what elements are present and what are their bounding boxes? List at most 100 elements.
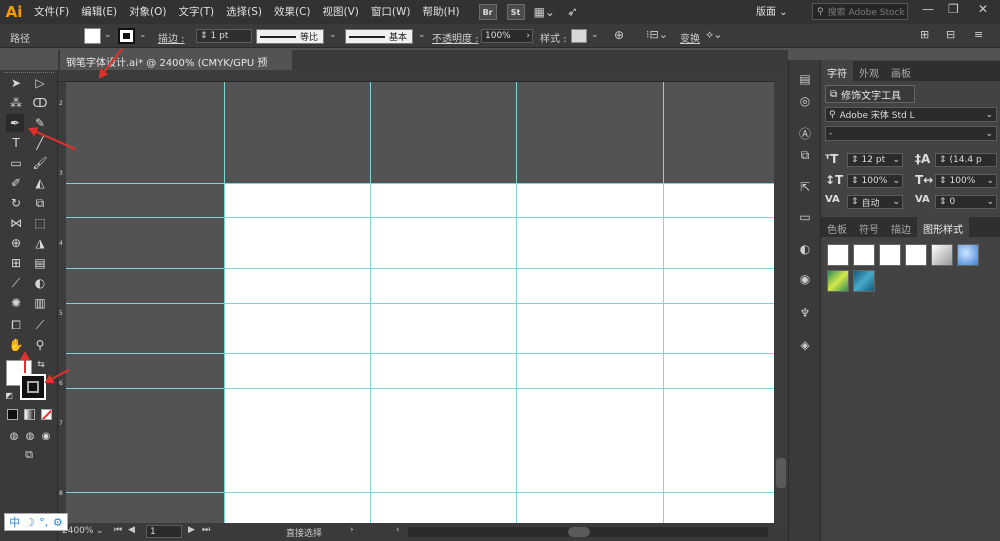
arrange-documents-icon[interactable]: ▦⌄ — [534, 5, 555, 19]
shaper-tool-icon[interactable]: ✐ — [7, 174, 25, 192]
menu-object[interactable]: 对象(O) — [123, 0, 172, 24]
workspace-switcher[interactable]: 版面 ⌄ — [756, 3, 788, 18]
slice-tool-icon[interactable]: ⟋ — [31, 316, 49, 334]
graphic-style-swatch[interactable] — [853, 244, 875, 266]
paragraph-icon[interactable]: ⧉ — [795, 146, 815, 164]
mesh-tool-icon[interactable]: ⊞ — [7, 254, 25, 272]
column-graph-icon[interactable]: ▥ — [31, 294, 49, 312]
graphic-style-swatch[interactable] — [905, 244, 927, 266]
next-page-icon[interactable]: ▶ — [188, 525, 195, 535]
scroll-left-icon[interactable]: ‹ — [396, 525, 400, 535]
stroke-label[interactable]: 描边 : — [158, 30, 185, 45]
rotate-tool-icon[interactable]: ↻ — [7, 194, 25, 212]
pen-tool-icon[interactable]: ✒ — [6, 114, 24, 132]
graphic-style-swatch[interactable] — [827, 270, 849, 292]
draw-inside-icon[interactable]: ◉ — [37, 427, 55, 445]
tab-appearance[interactable]: 外观 — [853, 61, 885, 81]
font-family-field[interactable]: ⚲ Adobe 宋体 Std L ⌄ — [825, 107, 997, 122]
blend-tool-icon[interactable]: ◐ — [31, 274, 49, 292]
document-tab[interactable]: 钢笔字体设计.ai* @ 2400% (CMYK/GPU 预览)× — [60, 50, 292, 84]
menu-edit[interactable]: 编辑(E) — [75, 0, 123, 24]
document-info-icon[interactable]: ▤ — [795, 70, 815, 88]
canvas[interactable] — [66, 82, 774, 523]
ime-language[interactable]: 中 — [9, 514, 20, 530]
horizontal-scrollbar[interactable] — [408, 527, 768, 537]
stroke-weight-field[interactable]: ⇕ 1 pt — [196, 29, 252, 43]
default-colors-icon[interactable]: ◩ — [4, 390, 14, 400]
chevron-down-icon[interactable]: ⌄ — [96, 526, 104, 536]
moon-icon[interactable]: ☽ — [25, 516, 35, 529]
graphic-style-swatch[interactable] — [853, 270, 875, 292]
menu-view[interactable]: 视图(V) — [317, 0, 365, 24]
horizontal-ruler[interactable] — [58, 70, 774, 82]
magic-wand-icon[interactable]: ⁂ — [7, 94, 25, 112]
artboard-tool-icon[interactable]: ⧠ — [7, 316, 25, 334]
fill-swatch[interactable] — [84, 28, 101, 44]
ime-toolbar[interactable]: 中 ☽ °, ⚙ — [4, 513, 68, 531]
tab-swatches[interactable]: 色板 — [821, 217, 853, 237]
tab-character[interactable]: 字符 — [821, 61, 853, 81]
gradient-tool-icon[interactable]: ▤ — [31, 254, 49, 272]
close-button[interactable]: ✕ — [978, 2, 988, 16]
variable-width-profile[interactable]: 等比 — [256, 29, 324, 44]
prev-page-icon[interactable]: ◀ — [128, 525, 135, 535]
brush-definition[interactable]: 基本 — [345, 29, 413, 44]
page-number-field[interactable]: 1 — [146, 525, 182, 538]
first-page-icon[interactable]: ⏮ — [114, 525, 122, 535]
graphic-style-swatch[interactable] — [571, 29, 587, 43]
type-tool-icon[interactable]: T — [7, 134, 25, 152]
stroke-swatch[interactable] — [118, 28, 135, 44]
chevron-down-icon[interactable]: ⌄ — [329, 30, 337, 40]
tab-graphic-styles[interactable]: 图形样式 — [917, 217, 969, 237]
arrange-icon[interactable]: ⊞ — [920, 28, 929, 41]
bridge-button[interactable]: Br — [478, 4, 497, 20]
scroll-thumb[interactable] — [776, 458, 786, 488]
vertical-scrollbar[interactable] — [774, 70, 788, 523]
opacity-field[interactable]: 100% › — [481, 29, 533, 43]
screen-mode-icon[interactable]: ⧉ — [18, 446, 40, 464]
gear-icon[interactable]: ⚙ — [53, 516, 63, 529]
selection-tool-icon[interactable]: ➤ — [7, 74, 25, 92]
vertical-scale-field[interactable]: ⇕ 100% ⌄ — [847, 174, 903, 188]
chevron-down-icon[interactable]: ⌄ — [591, 30, 599, 40]
font-style-field[interactable]: - ⌄ — [825, 126, 997, 141]
transform-link[interactable]: 变换 — [680, 30, 700, 45]
vertical-ruler[interactable]: 2 3 4 5 6 7 8 — [58, 82, 66, 523]
gradient-mode-icon[interactable] — [24, 409, 35, 420]
menu-effect[interactable]: 效果(C) — [268, 0, 317, 24]
restore-button[interactable]: ❐ — [948, 2, 959, 16]
chevron-down-icon[interactable]: ⌄ — [104, 30, 112, 40]
scale-tool-icon[interactable]: ⧉ — [31, 194, 49, 212]
brushes-icon[interactable]: ♆ — [795, 304, 815, 322]
eraser-icon[interactable]: ◭ — [31, 174, 49, 192]
zoom-tool-icon[interactable]: ⚲ — [31, 336, 49, 354]
menu-help[interactable]: 帮助(H) — [417, 0, 466, 24]
export-icon[interactable]: ⇱ — [795, 178, 815, 196]
stock-search-input[interactable]: ⚲ 搜索 Adobe Stock — [812, 3, 908, 20]
menu-window[interactable]: 窗口(W) — [365, 0, 417, 24]
horizontal-scale-field[interactable]: ⇕ 100% ⌄ — [935, 174, 997, 188]
navigator-icon[interactable]: ◎ — [795, 92, 815, 110]
chevron-down-icon[interactable]: ⌄ — [139, 30, 147, 40]
tab-stroke[interactable]: 描边 — [885, 217, 917, 237]
none-mode-icon[interactable] — [41, 409, 52, 420]
menu-type[interactable]: 文字(T) — [173, 0, 221, 24]
hamburger-menu-icon[interactable]: ≡ — [974, 28, 983, 41]
graphic-style-swatch[interactable] — [879, 244, 901, 266]
gradient-panel-icon[interactable]: ▭ — [795, 208, 815, 226]
panel-menu-icon[interactable]: ⊟ — [946, 28, 955, 41]
tab-symbols[interactable]: 符号 — [853, 217, 885, 237]
rectangle-tool-icon[interactable]: ▭ — [7, 154, 25, 172]
graphic-style-swatch[interactable] — [957, 244, 979, 266]
last-page-icon[interactable]: ⏭ — [202, 525, 210, 535]
menu-file[interactable]: 文件(F) — [28, 0, 75, 24]
perspective-grid-icon[interactable]: ◮ — [31, 234, 49, 252]
tracking-field[interactable]: ⇕ 0 ⌄ — [935, 195, 997, 209]
font-size-field[interactable]: ⇕ 12 pt ⌄ — [847, 153, 903, 167]
graphic-style-swatch[interactable] — [931, 244, 953, 266]
leading-field[interactable]: ⇕ (14.4 p — [935, 153, 997, 167]
color-mode-icon[interactable] — [7, 409, 18, 420]
symbol-sprayer-icon[interactable]: ✺ — [7, 294, 25, 312]
punctuation-icon[interactable]: °, — [39, 516, 48, 529]
layers-icon[interactable]: ◈ — [795, 336, 815, 354]
